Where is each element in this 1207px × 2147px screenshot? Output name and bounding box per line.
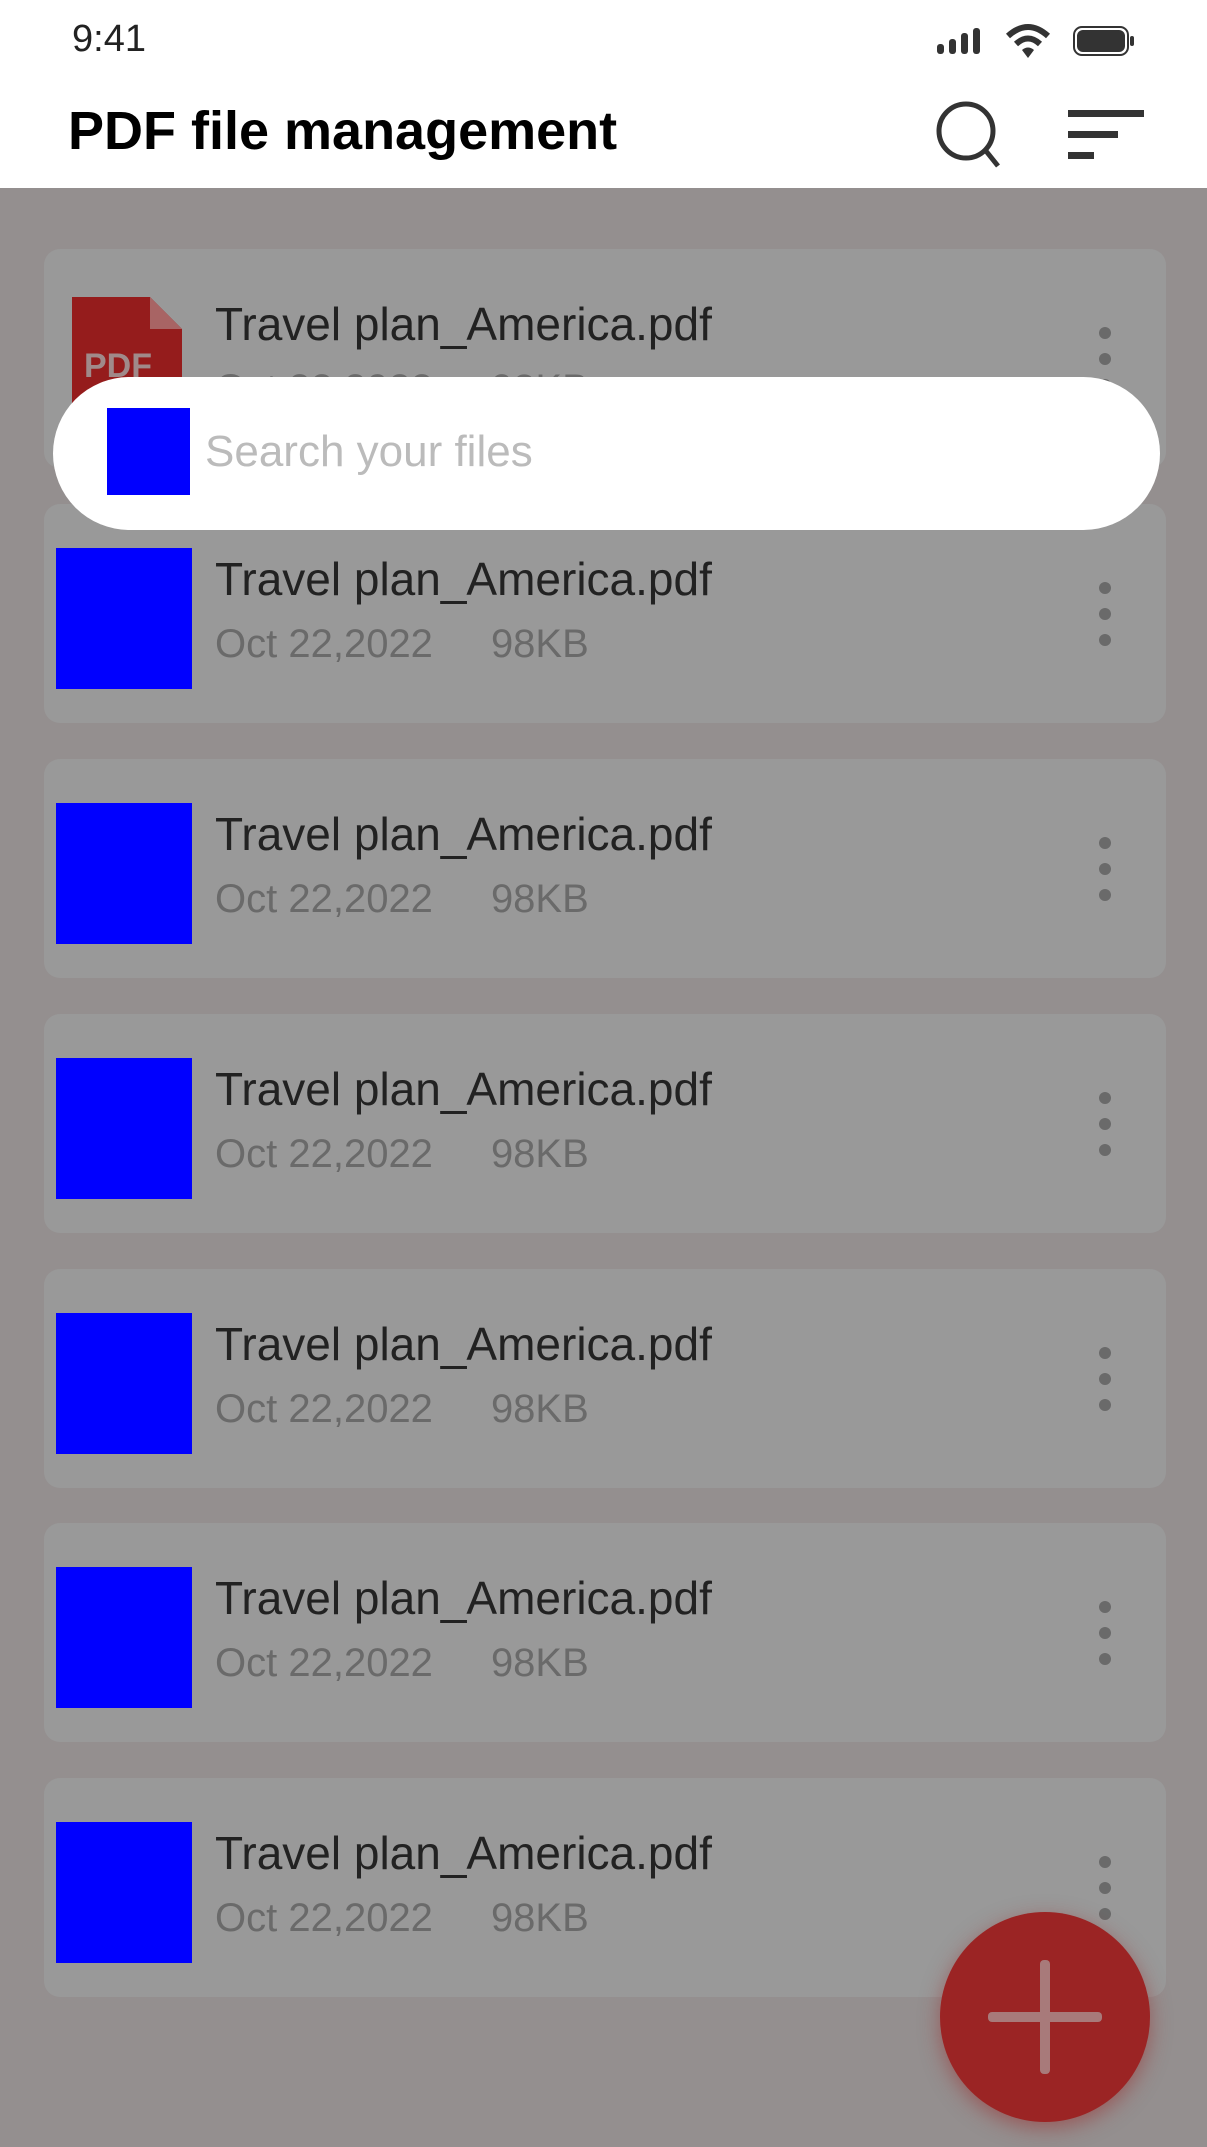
file-list-item[interactable]: Travel plan_America.pdf Oct 22,2022 98KB (44, 1269, 1166, 1488)
file-name: Travel plan_America.pdf (215, 1318, 712, 1370)
more-options-icon[interactable] (1098, 1601, 1112, 1665)
file-name: Travel plan_America.pdf (215, 1827, 712, 1879)
file-date: Oct 22,2022 (215, 622, 433, 666)
file-date: Oct 22,2022 (215, 1387, 433, 1431)
file-thumbnail (56, 803, 192, 944)
file-thumbnail (56, 1058, 192, 1199)
battery-icon (1073, 26, 1134, 56)
file-size: 98KB (490, 622, 589, 666)
file-size: 98KB (490, 1641, 589, 1685)
status-time: 9:41 (72, 18, 146, 60)
file-date: Oct 22,2022 (215, 1896, 433, 1940)
file-name: Travel plan_America.pdf (215, 1572, 712, 1624)
file-list-item[interactable]: Travel plan_America.pdf Oct 22,2022 98KB (44, 759, 1166, 978)
more-options-icon[interactable] (1098, 582, 1112, 646)
file-name: Travel plan_America.pdf (215, 553, 712, 605)
file-list-item[interactable]: Travel plan_America.pdf Oct 22,2022 98KB (44, 1523, 1166, 1742)
file-name: Travel plan_America.pdf (215, 808, 712, 860)
status-bar: 9:41 (0, 0, 1207, 80)
file-size: 98KB (490, 877, 589, 921)
more-options-icon[interactable] (1098, 1092, 1112, 1156)
file-date: Oct 22,2022 (215, 877, 433, 921)
wifi-icon (1005, 24, 1051, 58)
file-size: 98KB (490, 1896, 589, 1940)
file-list-item[interactable]: Travel plan_America.pdf Oct 22,2022 98KB (44, 504, 1166, 723)
page-title: PDF file management (68, 101, 618, 161)
file-name: Travel plan_America.pdf (215, 298, 712, 350)
more-options-icon[interactable] (1098, 837, 1112, 901)
file-size: 98KB (490, 1132, 589, 1176)
app-header: PDF file management (0, 80, 1207, 188)
search-field-icon (107, 408, 190, 495)
add-file-button[interactable] (940, 1912, 1150, 2122)
file-date: Oct 22,2022 (215, 1641, 433, 1685)
file-thumbnail (56, 548, 192, 689)
file-size: 98KB (490, 1387, 589, 1431)
file-name: Travel plan_America.pdf (215, 1063, 712, 1115)
file-thumbnail (56, 1567, 192, 1708)
file-thumbnail (56, 1313, 192, 1454)
signal-icon (937, 28, 980, 54)
search-bar[interactable] (53, 377, 1160, 530)
file-date: Oct 22,2022 (215, 1132, 433, 1176)
more-options-icon[interactable] (1098, 1347, 1112, 1411)
more-options-icon[interactable] (1098, 1856, 1112, 1920)
file-thumbnail (56, 1822, 192, 1963)
file-list-item[interactable]: Travel plan_America.pdf Oct 22,2022 98KB (44, 1014, 1166, 1233)
search-input[interactable] (205, 417, 1105, 487)
sort-icon[interactable] (1068, 110, 1144, 160)
search-icon[interactable] (935, 100, 1005, 170)
